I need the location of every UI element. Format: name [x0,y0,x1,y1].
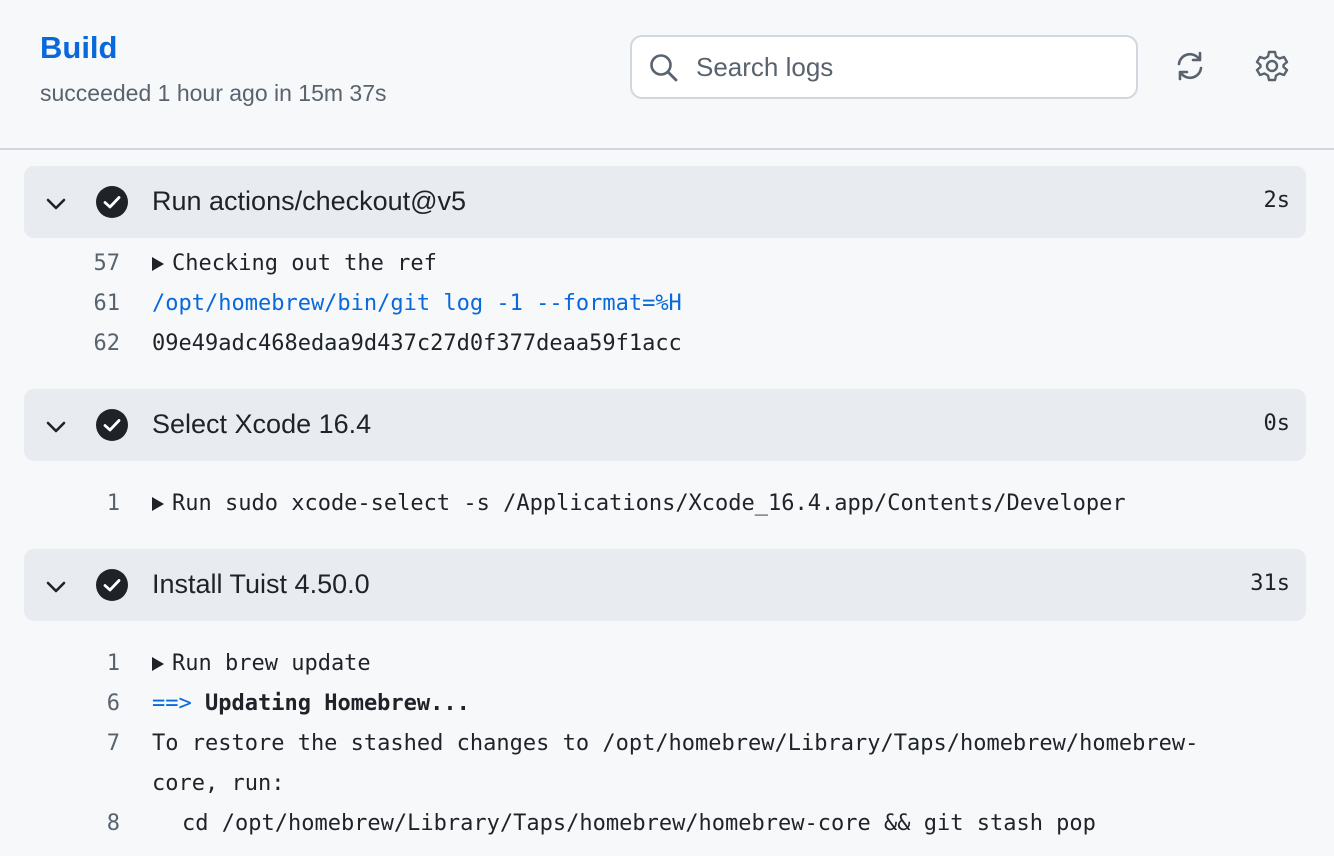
log-line: 62 09e49adc468edaa9d437c27d0f377deaa59f1… [0,324,1334,364]
log-text: To restore the stashed changes to /opt/h… [152,731,1199,756]
step-duration: 0s [1263,411,1291,436]
log-line: 6 ==> Updating Homebrew... [0,684,1334,724]
check-circle-icon [96,569,128,601]
expand-triangle-icon[interactable] [152,257,164,271]
refresh-button[interactable] [1168,44,1212,88]
job-status: succeeded 1 hour ago in 15m 37s [40,80,387,106]
step-header-checkout[interactable]: Run actions/checkout@v5 2s [24,166,1306,238]
step-duration: 31s [1250,571,1290,596]
log-text: cd /opt/homebrew/Library/Taps/homebrew/h… [182,811,1096,836]
log-line[interactable]: 1 Run brew update [0,644,1334,684]
line-number[interactable]: 6 [60,684,120,724]
settings-button[interactable] [1250,44,1294,88]
log-line-continuation: core, run: [0,764,1334,804]
log-text: 09e49adc468edaa9d437c27d0f377deaa59f1acc [152,331,682,356]
search-box[interactable] [630,35,1138,99]
step-header-install-tuist[interactable]: Install Tuist 4.50.0 31s [24,549,1306,621]
line-number[interactable]: 7 [60,724,120,764]
log-line[interactable]: 1 Run sudo xcode-select -s /Applications… [0,484,1334,524]
step-name: Run actions/checkout@v5 [152,186,467,216]
search-icon [650,54,678,82]
step-name: Install Tuist 4.50.0 [152,569,370,599]
log-prefix: ==> [152,691,192,716]
line-number[interactable]: 1 [60,484,120,524]
log-text[interactable]: Run brew update [152,644,371,684]
chevron-down-icon [46,581,66,593]
job-header: Build succeeded 1 hour ago in 15m 37s [0,0,1334,150]
job-title[interactable]: Build [40,30,118,66]
check-circle-icon [96,186,128,218]
line-number[interactable]: 1 [60,644,120,684]
step-header-select-xcode[interactable]: Select Xcode 16.4 0s [24,389,1306,461]
log-line: 8 cd /opt/homebrew/Library/Taps/homebrew… [0,804,1334,844]
line-number[interactable]: 62 [60,324,121,364]
line-number[interactable]: 57 [60,244,121,284]
log-text: core, run: [152,771,285,796]
check-circle-icon [96,409,128,441]
expand-triangle-icon[interactable] [152,657,164,671]
step-duration: 2s [1263,188,1291,213]
log-text: /opt/homebrew/bin/git log -1 --format=%H [152,291,682,316]
log-text: ==> Updating Homebrew... [152,691,470,716]
chevron-down-icon [46,198,66,210]
log-line: 61 /opt/homebrew/bin/git log -1 --format… [0,284,1334,324]
log-text[interactable]: Run sudo xcode-select -s /Applications/X… [152,484,1126,524]
refresh-icon [1177,51,1203,81]
expand-triangle-icon[interactable] [152,497,164,511]
chevron-down-icon [46,421,66,433]
line-number[interactable]: 8 [60,804,120,844]
line-number[interactable]: 61 [60,284,121,324]
step-name: Select Xcode 16.4 [152,409,372,439]
log-line: 7 To restore the stashed changes to /opt… [0,724,1334,764]
log-line[interactable]: 57 Checking out the ref [0,244,1334,284]
gear-icon [1255,50,1289,82]
log-text[interactable]: Checking out the ref [152,244,437,284]
search-input[interactable] [696,37,1116,97]
